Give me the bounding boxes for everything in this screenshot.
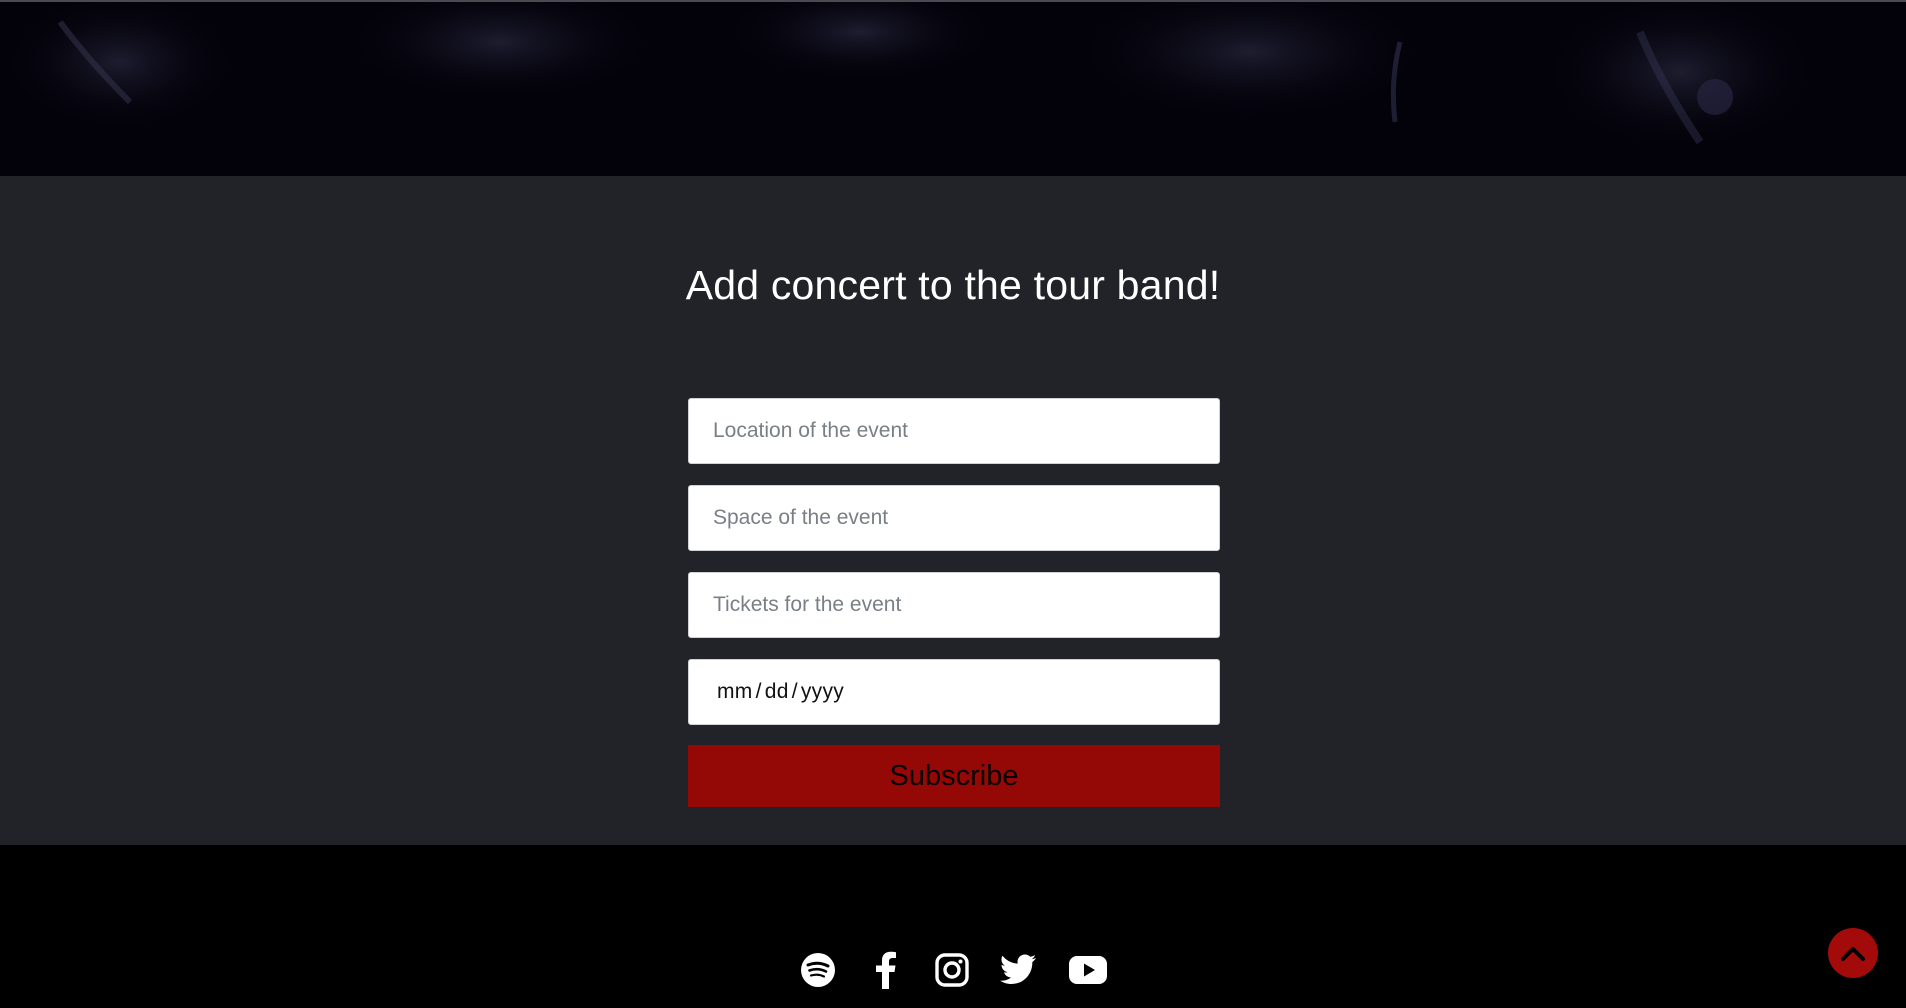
facebook-icon[interactable]	[866, 950, 906, 990]
date-month[interactable]: mm	[717, 680, 753, 704]
location-input[interactable]	[688, 398, 1220, 464]
date-separator: /	[791, 680, 798, 703]
date-input[interactable]: mm / dd / yyyy	[688, 659, 1220, 725]
footer	[0, 845, 1906, 1008]
concert-crowd-image	[0, 2, 1906, 176]
date-separator: /	[755, 680, 762, 703]
form-title: Add concert to the tour band!	[685, 262, 1221, 308]
space-input[interactable]	[688, 485, 1220, 551]
social-links	[0, 950, 1906, 990]
hero-banner	[0, 0, 1906, 176]
chevron-up-icon	[1841, 947, 1865, 961]
youtube-icon[interactable]	[1068, 950, 1108, 990]
subscribe-button[interactable]: Subscribe	[688, 745, 1220, 807]
date-year[interactable]: yyyy	[801, 680, 844, 704]
back-to-top-button[interactable]	[1828, 928, 1878, 978]
date-day[interactable]: dd	[765, 680, 789, 704]
spotify-icon[interactable]	[798, 950, 838, 990]
twitter-icon[interactable]	[998, 950, 1038, 990]
instagram-icon[interactable]	[932, 950, 972, 990]
add-concert-section: Add concert to the tour band! mm / dd / …	[0, 176, 1906, 845]
tickets-input[interactable]	[688, 572, 1220, 638]
